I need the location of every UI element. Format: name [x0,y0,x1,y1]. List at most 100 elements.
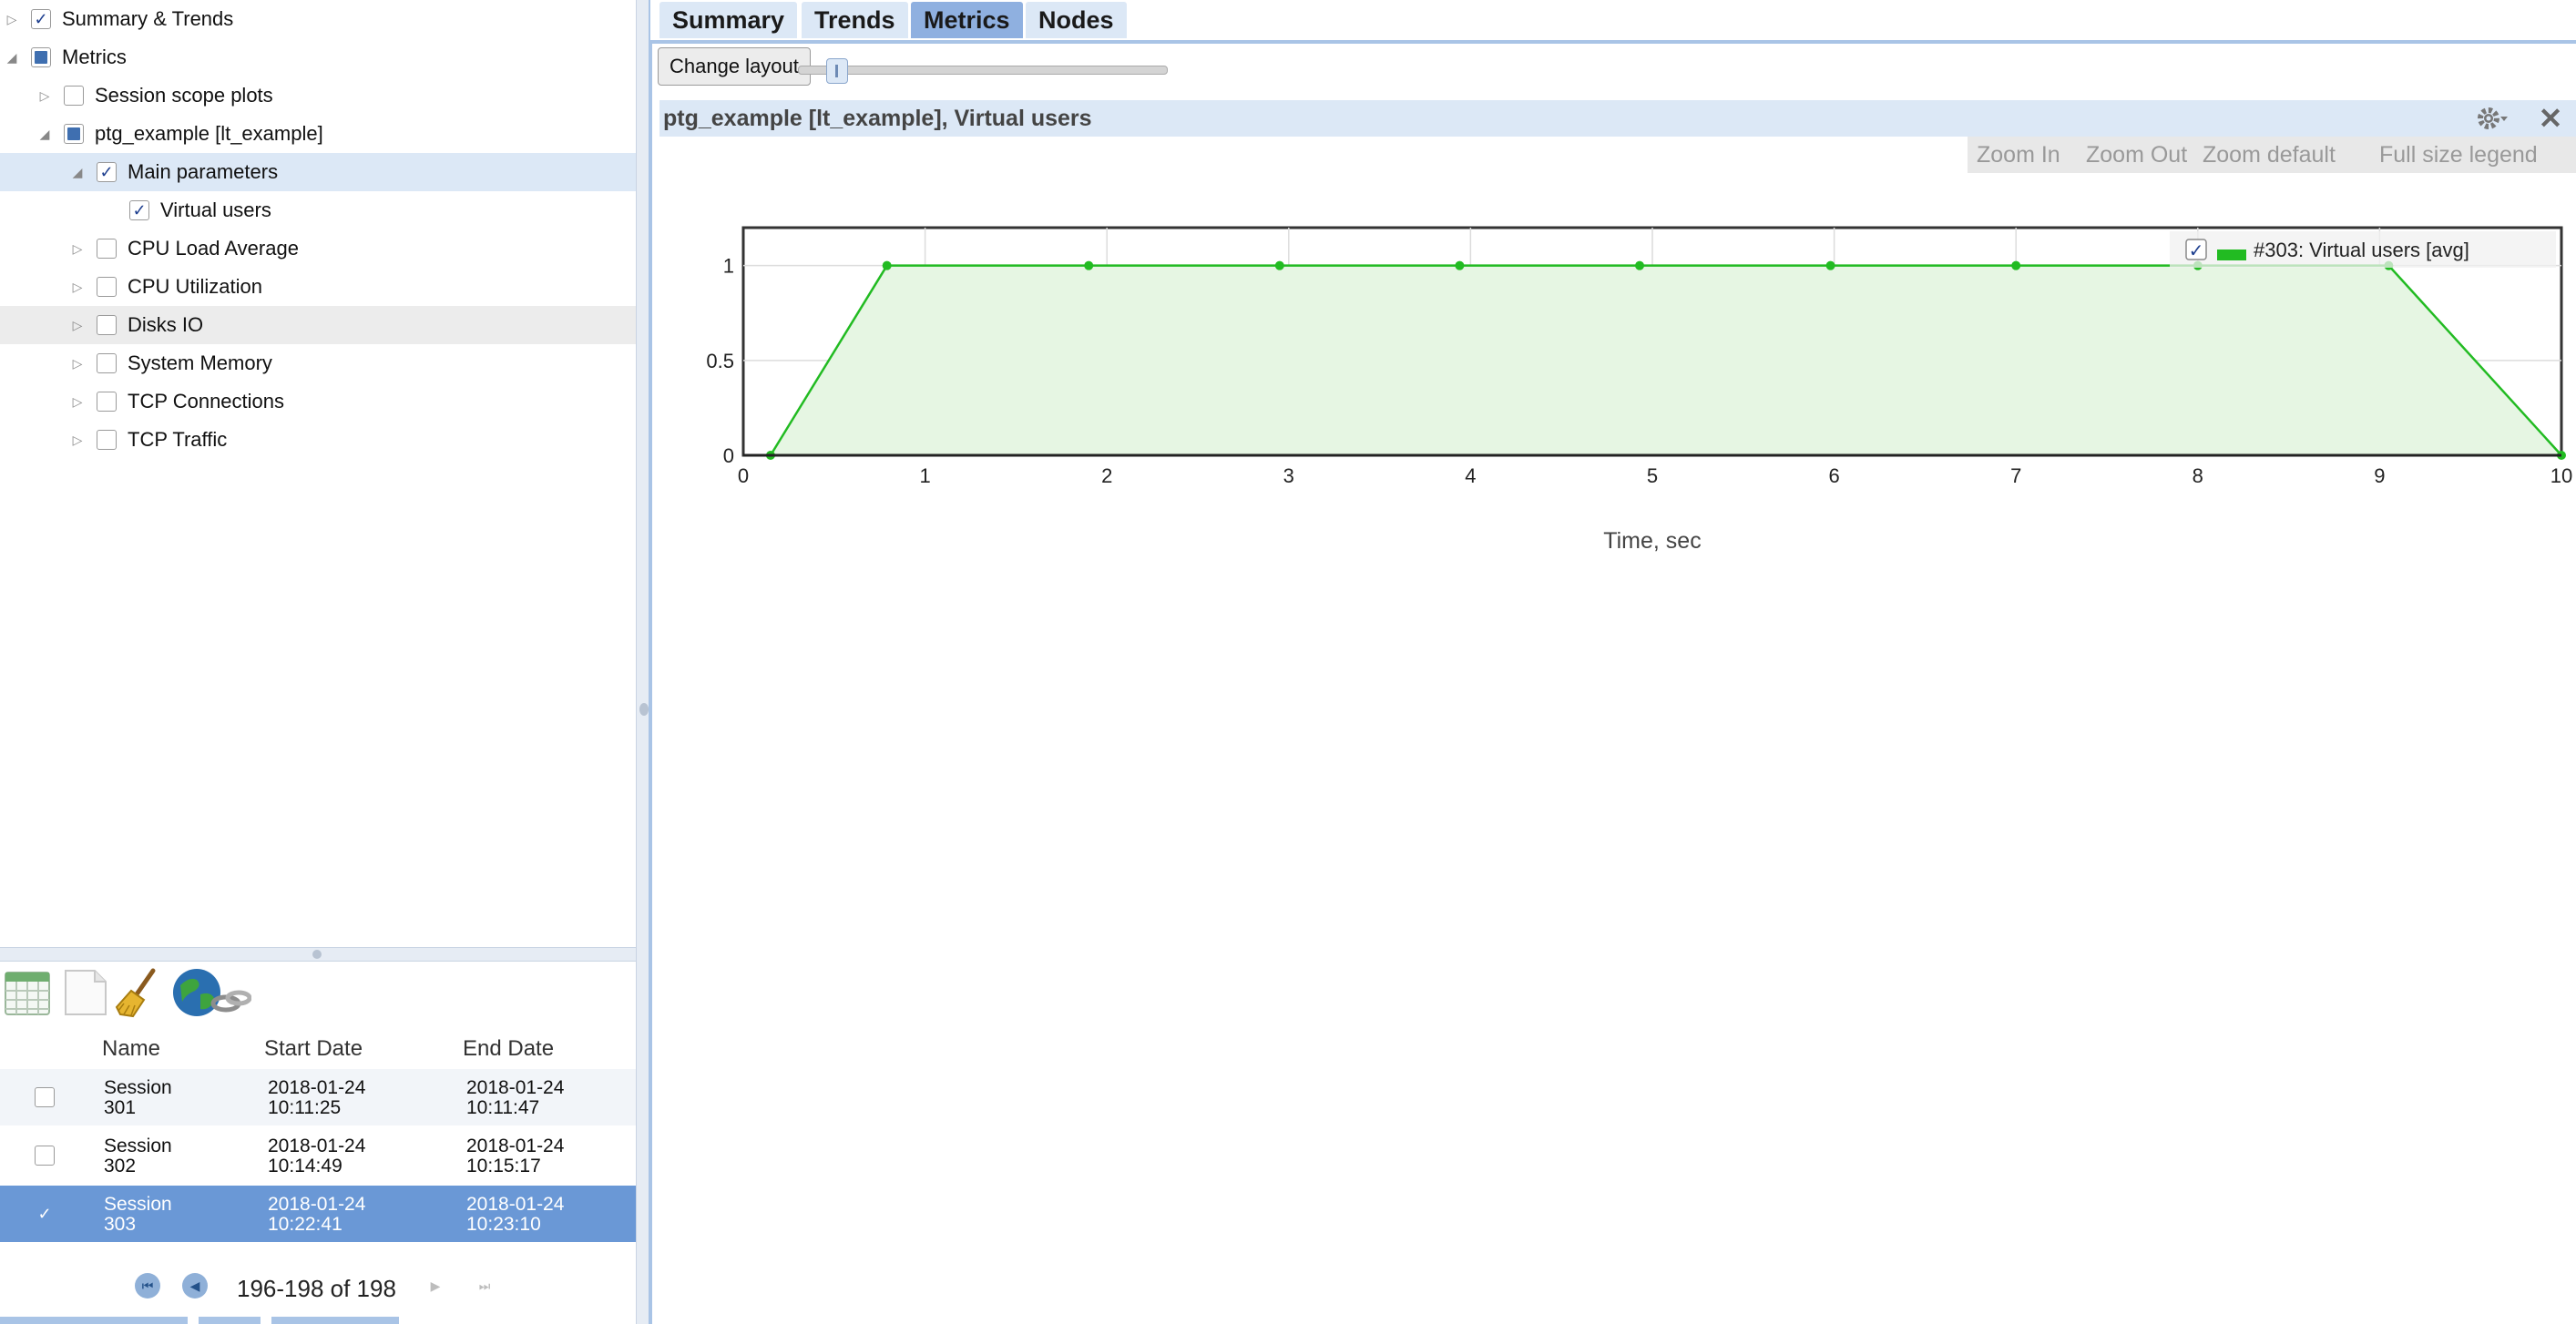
collapsed-triangle-icon[interactable]: ▷ [38,87,51,104]
tree-item-checkbox[interactable]: ✓ [129,200,149,220]
x-tick-label: 7 [2010,464,2021,487]
tree-item-checkbox[interactable]: ✓ [31,9,51,29]
collapsed-triangle-icon[interactable]: ▷ [71,279,84,295]
tree-item-checkbox[interactable] [31,47,51,67]
tree-item[interactable]: ◢ ptg_example [lt_example] [0,115,636,153]
first-page-icon[interactable]: ⏮ [135,1273,160,1299]
row-checkbox[interactable] [35,1146,55,1166]
table-row[interactable]: Session 301 2018-01-24 10:11:25 2018-01-24… [0,1069,636,1125]
collapsed-triangle-icon[interactable]: ▷ [5,11,18,27]
tab-trends[interactable]: Trends [802,2,908,38]
close-icon[interactable]: ✕ [2534,100,2567,137]
data-point[interactable] [1635,260,1645,270]
zoom-out-button[interactable]: Zoom Out [2086,142,2187,168]
splitter-grip-icon[interactable] [639,703,649,716]
collapsed-triangle-icon[interactable]: ▷ [71,317,84,333]
session-name-cell: Session 301 [104,1077,172,1118]
session-name-cell: Session 302 [104,1136,172,1176]
right-panel: Summary Trends Metrics Nodes Change layout … [650,0,2576,1324]
row-checkbox[interactable] [35,1087,55,1107]
next-page-icon[interactable]: ▶ [423,1273,448,1299]
vertical-splitter[interactable] [636,0,650,1324]
collapsed-triangle-icon[interactable]: ▷ [71,393,84,410]
data-point[interactable] [2011,260,2021,270]
zoom-default-button[interactable]: Zoom default [2203,142,2336,168]
blank-page-icon[interactable] [60,967,111,1018]
tree-item[interactable]: ◢ ✓ Main parameters [0,153,636,191]
tree-item[interactable]: ▷ CPU Load Average [0,229,636,268]
tab-metrics[interactable]: Metrics [911,2,1023,38]
data-point[interactable] [1274,260,1284,270]
change-layout-button[interactable]: Change layout [658,47,811,86]
slider-handle[interactable] [826,58,848,84]
tree-item-checkbox[interactable] [97,277,117,297]
metrics-content: Change layout ptg_example [lt_example], … [650,44,2576,1324]
expanded-triangle-icon[interactable]: ◢ [5,49,18,66]
collapsed-triangle-icon[interactable]: ▷ [71,240,84,257]
tree-item-label: CPU Load Average [128,237,299,260]
tree-item[interactable]: ▷ CPU Utilization [0,268,636,306]
broom-icon[interactable] [113,967,164,1018]
end-date-cell: 2018-01-24 10:23:10 [466,1194,565,1235]
tree-item[interactable]: ▷ TCP Traffic [0,421,636,459]
last-page-icon[interactable]: ⏭ [472,1273,497,1299]
legend-check-icon[interactable]: ✓ [2189,239,2204,261]
data-point[interactable] [882,260,892,270]
column-header-start-date[interactable]: Start Date [264,1036,363,1062]
x-tick-label: 3 [1283,464,1294,487]
main-tabs: Summary Trends Metrics Nodes [650,0,2576,44]
pager-status: 196-198 of 198 [237,1275,396,1302]
tree-item-label: Metrics [62,46,127,68]
table-row[interactable]: Session 302 2018-01-24 10:14:49 2018-01-24… [0,1127,636,1184]
tree-item[interactable]: ▷ ✓ Summary & Trends [0,0,636,38]
bottom-tab[interactable] [271,1317,399,1324]
tree-item-checkbox[interactable]: ✓ [97,162,117,182]
table-row[interactable]: ✓ Session 303 2018-01-24 10:22:41 2018-01-2… [0,1186,636,1242]
splitter-grip-icon[interactable] [312,950,322,959]
full-size-legend-button[interactable]: Full size legend [2379,142,2538,168]
bottom-tab[interactable] [0,1317,188,1324]
zoom-in-button[interactable]: Zoom In [1977,142,2060,168]
collapsed-triangle-icon[interactable]: ▷ [71,355,84,372]
expanded-triangle-icon[interactable]: ◢ [38,126,51,142]
column-header-name[interactable]: Name [102,1036,160,1062]
collapsed-triangle-icon[interactable]: ▷ [71,432,84,448]
tree-item-checkbox[interactable] [97,392,117,412]
gear-icon[interactable] [2476,104,2509,133]
tree-item-label: Summary & Trends [62,7,234,30]
tree-item-checkbox[interactable] [64,124,84,144]
expanded-triangle-icon[interactable]: ◢ [71,164,84,180]
tree-item[interactable]: ✓ Virtual users [0,191,636,229]
tree-item[interactable]: ◢ Metrics [0,38,636,76]
data-point[interactable] [1455,260,1465,270]
tree-item-label: TCP Traffic [128,428,228,451]
tree-item-label: Main parameters [128,160,279,183]
tree-item[interactable]: ▷ TCP Connections [0,382,636,421]
row-checkbox[interactable]: ✓ [35,1204,55,1224]
layout-slider[interactable] [798,58,1168,84]
tree-item-checkbox[interactable] [64,86,84,106]
column-header-end-date[interactable]: End Date [463,1036,554,1062]
tree-item[interactable]: ▷ Session scope plots [0,76,636,115]
tab-summary[interactable]: Summary [659,2,798,38]
data-point[interactable] [1825,260,1835,270]
tree-item-label: Session scope plots [95,84,273,107]
session-toolbar [0,962,636,1025]
globe-link-icon[interactable] [169,967,251,1018]
session-name-cell: Session 303 [104,1194,172,1235]
tree-item-checkbox[interactable] [97,430,117,450]
tree-item-checkbox[interactable] [97,239,117,259]
x-tick-label: 6 [1828,464,1839,487]
prev-page-icon[interactable]: ◀ [182,1273,208,1299]
tree-item-label: ptg_example [lt_example] [95,122,323,145]
calendar-grid-icon[interactable] [2,967,53,1018]
tree-item[interactable]: ▷ System Memory [0,344,636,382]
tree-item[interactable]: ▷ Disks IO [0,306,636,344]
tree-item-checkbox[interactable] [97,315,117,335]
tab-nodes[interactable]: Nodes [1026,2,1127,38]
y-tick-label: 1 [723,255,734,278]
data-point[interactable] [1084,260,1094,270]
bottom-tab[interactable] [199,1317,261,1324]
horizontal-splitter[interactable] [0,947,636,962]
tree-item-checkbox[interactable] [97,353,117,373]
